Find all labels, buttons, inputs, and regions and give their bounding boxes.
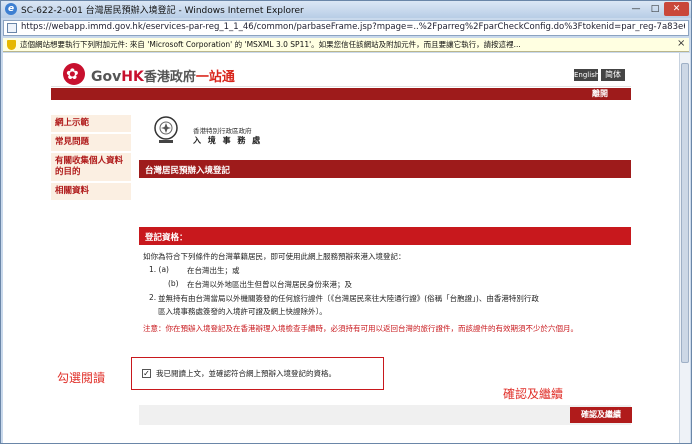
confirm-checkbox-label[interactable]: 我已閱讀上文，並確認符合網上預辦入境登記的資格。: [156, 368, 336, 379]
browser-window: e SC-622-2-001 台灣居民預辦入境登記 - Windows Inte…: [0, 0, 692, 444]
menu-item-related-info[interactable]: 相關資料: [51, 183, 131, 200]
eligibility-intro: 如你為符合下列條件的台灣華籍居民，即可使用此網上服務預辦來港入境登記：: [143, 252, 406, 261]
maximize-button[interactable]: □: [646, 2, 664, 16]
button-bar: [139, 405, 631, 425]
left-menu: 網上示範 常見問題 有關收集個人資料的目的 相關資料: [51, 115, 131, 202]
english-language-button[interactable]: English: [574, 69, 599, 81]
close-button[interactable]: ✕: [664, 2, 689, 16]
item1b-number: (b): [168, 279, 179, 288]
page-content: GovHK香港政府一站通 English 简体 離開 網上示範 常見問題 有關收…: [3, 53, 679, 443]
address-bar[interactable]: https://webapp.immd.gov.hk/eservices-par…: [3, 20, 689, 36]
item1-number: 1. (a): [149, 265, 169, 274]
eligibility-header: 登記資格：: [139, 227, 631, 245]
hksar-emblem-icon: [154, 116, 178, 143]
leave-link[interactable]: 離開: [592, 88, 608, 100]
top-nav-bar: 離開: [51, 88, 631, 100]
item1b-text: 在台灣以外地區出生但曾以台灣居民身份來港；及: [187, 280, 352, 289]
annotation-check-read: 勾選閱讀: [57, 371, 106, 385]
confirm-eligibility-checkbox[interactable]: ✓: [142, 369, 151, 378]
page-icon: [7, 23, 17, 33]
confirm-checkbox-panel: ✓ 我已閱讀上文，並確認符合網上預辦入境登記的資格。: [131, 357, 384, 390]
annotation-confirm-continue: 確認及繼續: [503, 387, 564, 401]
shield-icon: [7, 40, 16, 50]
vertical-scrollbar[interactable]: [679, 53, 690, 443]
item2-line2: 區入境事務處簽發的入境許可證及網上快證除外〕。: [158, 307, 327, 316]
address-url[interactable]: https://webapp.immd.gov.hk/eservices-par…: [21, 22, 685, 32]
menu-item-faq[interactable]: 常見問題: [51, 134, 131, 151]
ie-logo-icon: e: [5, 3, 17, 15]
item2-line1: 並無持有由台灣當局以外機關簽發的任何旅行證件〔《台灣居民來往大陸通行證》(俗稱「…: [158, 294, 539, 303]
information-bar-text[interactable]: 這個網站想要執行下列附加元件: 來自 'Microsoft Corporatio…: [20, 39, 660, 50]
info-bar-close-icon[interactable]: ×: [677, 38, 685, 49]
department-name-line1: 香港特別行政區政府: [193, 127, 252, 135]
title-bar: e SC-622-2-001 台灣居民預辦入境登記 - Windows Inte…: [1, 1, 691, 18]
govhk-logo[interactable]: GovHK香港政府一站通: [91, 66, 235, 85]
confirm-continue-button[interactable]: 確認及繼續: [570, 407, 632, 423]
scrollbar-thumb[interactable]: [681, 63, 689, 363]
bauhinia-logo-icon: [63, 63, 85, 85]
department-name-line2: 入 境 事 務 處: [193, 136, 263, 145]
information-bar[interactable]: 這個網站想要執行下列附加元件: 來自 'Microsoft Corporatio…: [3, 38, 689, 52]
page-title: 台灣居民預辦入境登記: [139, 160, 631, 178]
item2-number: 2.: [149, 293, 157, 302]
simplified-chinese-button[interactable]: 简体: [601, 69, 625, 81]
govhk-banner: GovHK香港政府一站通 English 简体: [51, 61, 631, 87]
travel-document-note: 注意：你在預辦入境登記及在香港辦理入境檢查手續時，必須持有可用以返回台灣的旅行證…: [143, 324, 578, 333]
minimize-button[interactable]: —: [627, 2, 645, 16]
window-title: SC-622-2-001 台灣居民預辦入境登記 - Windows Intern…: [21, 6, 304, 16]
menu-item-personal-data-purpose[interactable]: 有關收集個人資料的目的: [51, 153, 131, 181]
menu-item-online-demo[interactable]: 網上示範: [51, 115, 131, 132]
item1-text: 在台灣出生；或: [187, 266, 240, 275]
